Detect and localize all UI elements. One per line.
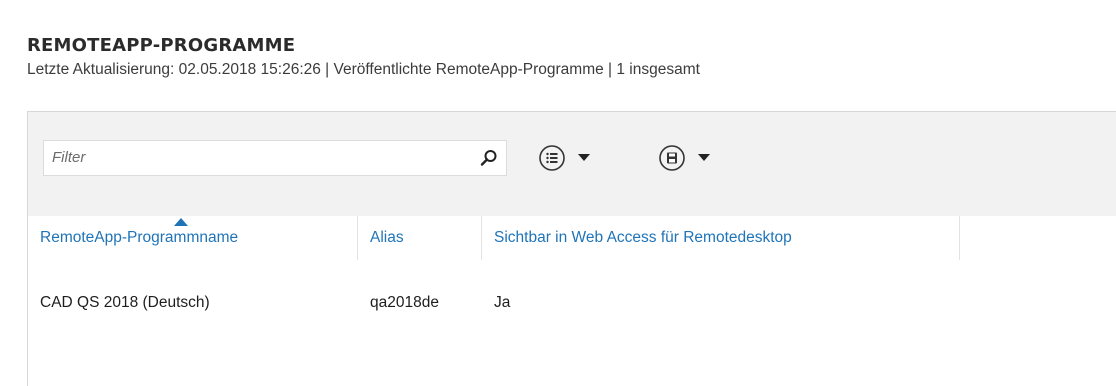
remoteapp-panel: Filter RemoteApp-Programmname Alias Sich…: [27, 111, 1116, 386]
sort-ascending-icon: [174, 218, 188, 226]
cell-web-access: Ja: [494, 294, 511, 311]
column-header-label: Alias: [370, 229, 404, 246]
filter-input[interactable]: Filter: [43, 140, 507, 176]
table-header: RemoteApp-Programmname Alias Sichtbar in…: [28, 216, 1116, 260]
toolbar: Filter: [28, 112, 1116, 216]
caret-down-icon: [698, 154, 710, 161]
cell-alias: qa2018de: [370, 294, 439, 311]
caret-down-icon: [578, 154, 590, 161]
cell-programmname: CAD QS 2018 (Deutsch): [40, 294, 210, 311]
page-subtitle: Letzte Aktualisierung: 02.05.2018 15:26:…: [27, 61, 700, 78]
list-icon: [539, 145, 565, 171]
table-row[interactable]: CAD QS 2018 (Deutsch) qa2018de Ja: [28, 294, 960, 320]
search-icon[interactable]: [480, 149, 498, 167]
column-header-label: RemoteApp-Programmname: [40, 229, 239, 246]
page-title: REMOTEAPP-PROGRAMME: [27, 35, 296, 56]
column-header-alias[interactable]: Alias: [358, 216, 482, 260]
column-header-web-access[interactable]: Sichtbar in Web Access für Remotedesktop: [482, 216, 960, 260]
column-header-programmname[interactable]: RemoteApp-Programmname: [28, 216, 358, 260]
filter-placeholder: Filter: [52, 149, 86, 166]
page-header: REMOTEAPP-PROGRAMME Letzte Aktualisierun…: [27, 34, 700, 80]
column-header-label: Sichtbar in Web Access für Remotedesktop: [494, 229, 792, 246]
save-icon: [659, 145, 685, 171]
view-options-button[interactable]: [538, 143, 618, 173]
save-options-button[interactable]: [658, 143, 738, 173]
